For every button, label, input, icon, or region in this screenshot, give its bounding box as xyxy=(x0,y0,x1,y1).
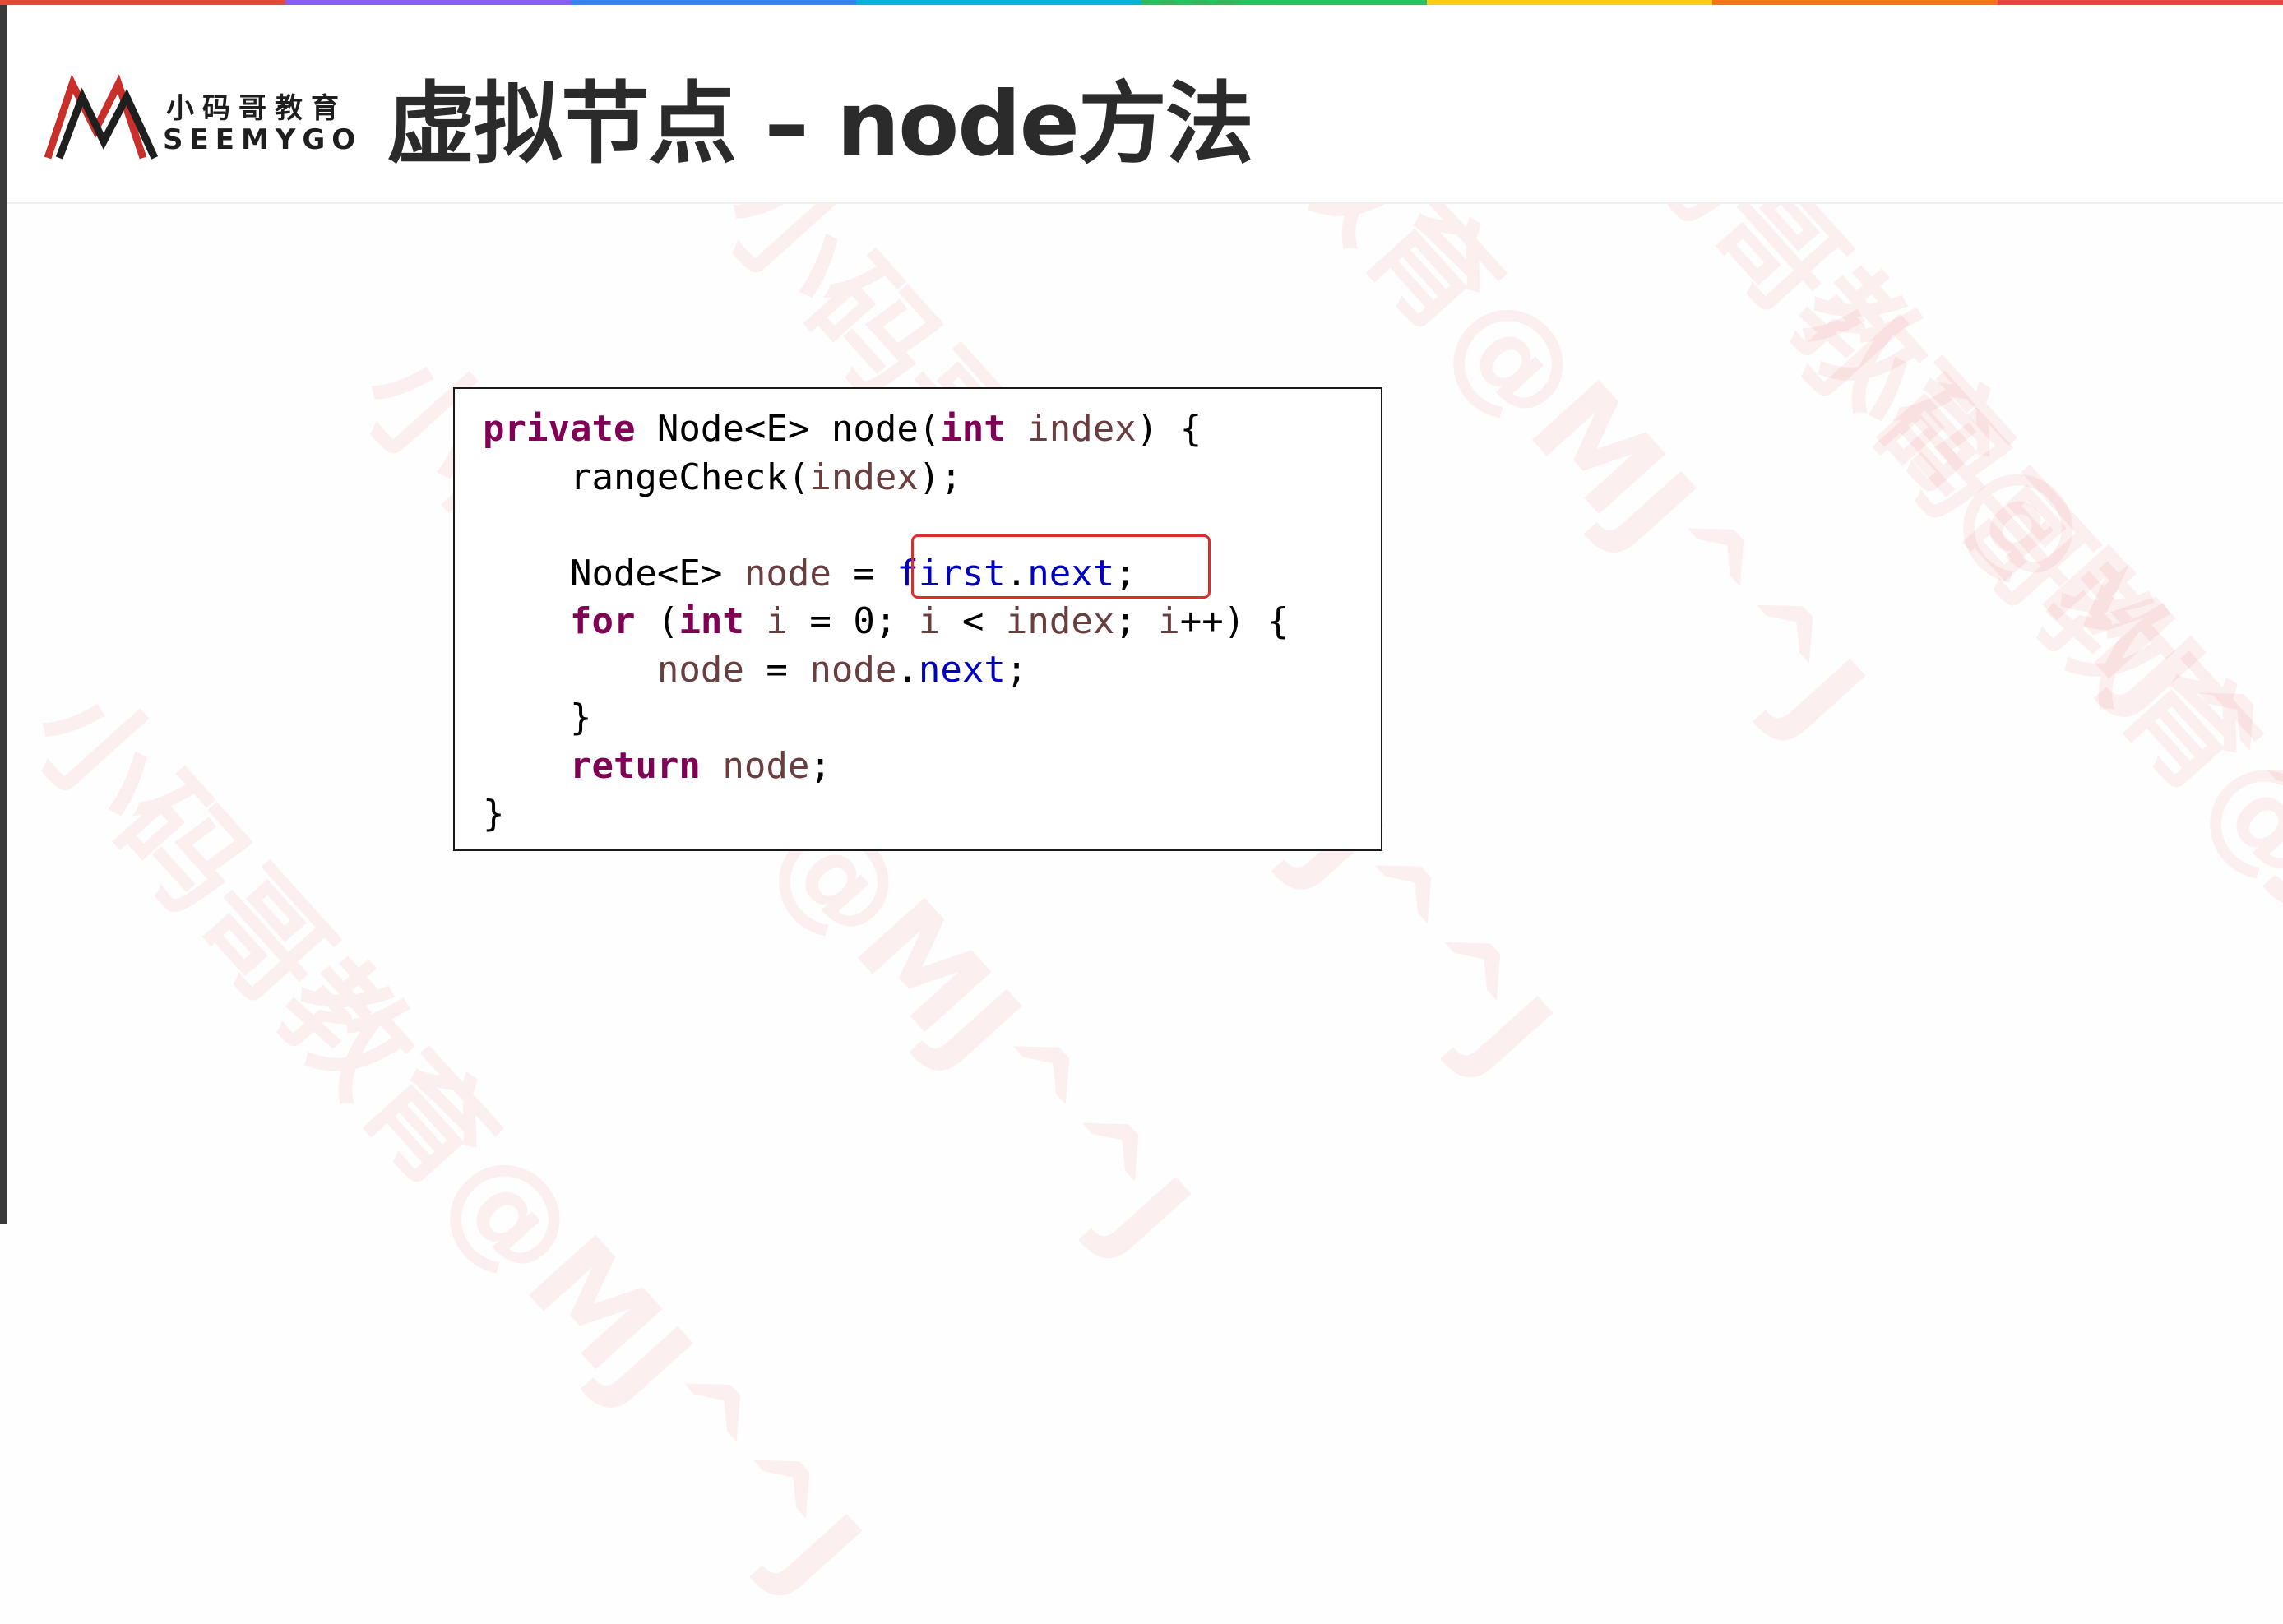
code-line: node = node.next; xyxy=(483,646,1027,694)
code-token: private xyxy=(483,408,636,450)
code-token: index xyxy=(1027,408,1137,450)
code-token: next xyxy=(918,648,1006,691)
seemygo-logo: 小码哥教育 SEEMYGO xyxy=(44,72,355,171)
code-token: } xyxy=(483,696,592,738)
code-token: node xyxy=(743,552,831,595)
code-token: ++) { xyxy=(1179,600,1290,642)
code-line: for (int i = 0; i < index; i++) { xyxy=(483,598,1289,645)
code-line: private Node<E> node(int index) { xyxy=(483,405,1202,453)
code-token: i xyxy=(1158,600,1180,642)
code-token: rangeCheck( xyxy=(483,456,810,498)
code-token: node xyxy=(722,744,810,787)
code-line: } xyxy=(483,790,505,838)
code-snippet: private Node<E> node(int index) { rangeC… xyxy=(453,387,1382,851)
logo-english-text: SEEMYGO xyxy=(163,123,363,156)
code-token: = 0; xyxy=(787,600,919,642)
code-token: ) { xyxy=(1136,408,1202,450)
window-edge xyxy=(0,0,7,1224)
code-token: for xyxy=(569,600,636,642)
code-token: = xyxy=(831,552,897,595)
code-token: index xyxy=(809,456,919,498)
mountain-logo-icon xyxy=(44,74,159,160)
code-token: ; xyxy=(809,744,831,787)
code-token: ; xyxy=(1005,648,1028,691)
code-token: ( xyxy=(635,600,679,642)
code-token: ; xyxy=(1114,600,1159,642)
watermark: 小码哥教育@MJ^^J xyxy=(1763,266,2283,1225)
page-title: 虚拟节点 – node方法 xyxy=(387,73,1254,176)
code-token: } xyxy=(483,793,505,835)
code-token: ); xyxy=(918,456,962,498)
code-token: node xyxy=(656,648,744,691)
code-token: index xyxy=(1005,600,1115,642)
code-token: < xyxy=(940,600,1006,642)
code-token: . xyxy=(896,648,919,691)
code-token: Node<E> xyxy=(483,552,744,595)
code-line: return node; xyxy=(483,743,831,790)
code-token: return xyxy=(569,744,701,787)
code-token: int xyxy=(940,408,1006,450)
code-line: } xyxy=(483,694,592,742)
code-token: int xyxy=(678,600,744,642)
code-token: Node<E> node( xyxy=(635,408,941,450)
code-token: i xyxy=(918,600,941,642)
highlight-box xyxy=(911,534,1211,599)
code-token: = xyxy=(743,648,810,691)
code-token: node xyxy=(809,648,897,691)
logo-chinese-text: 小码哥教育 xyxy=(166,92,347,125)
code-token: i xyxy=(766,600,788,642)
slide-header: 小码哥教育 SEEMYGO 虚拟节点 – node方法 xyxy=(7,5,2283,204)
code-line: rangeCheck(index); xyxy=(483,454,962,502)
